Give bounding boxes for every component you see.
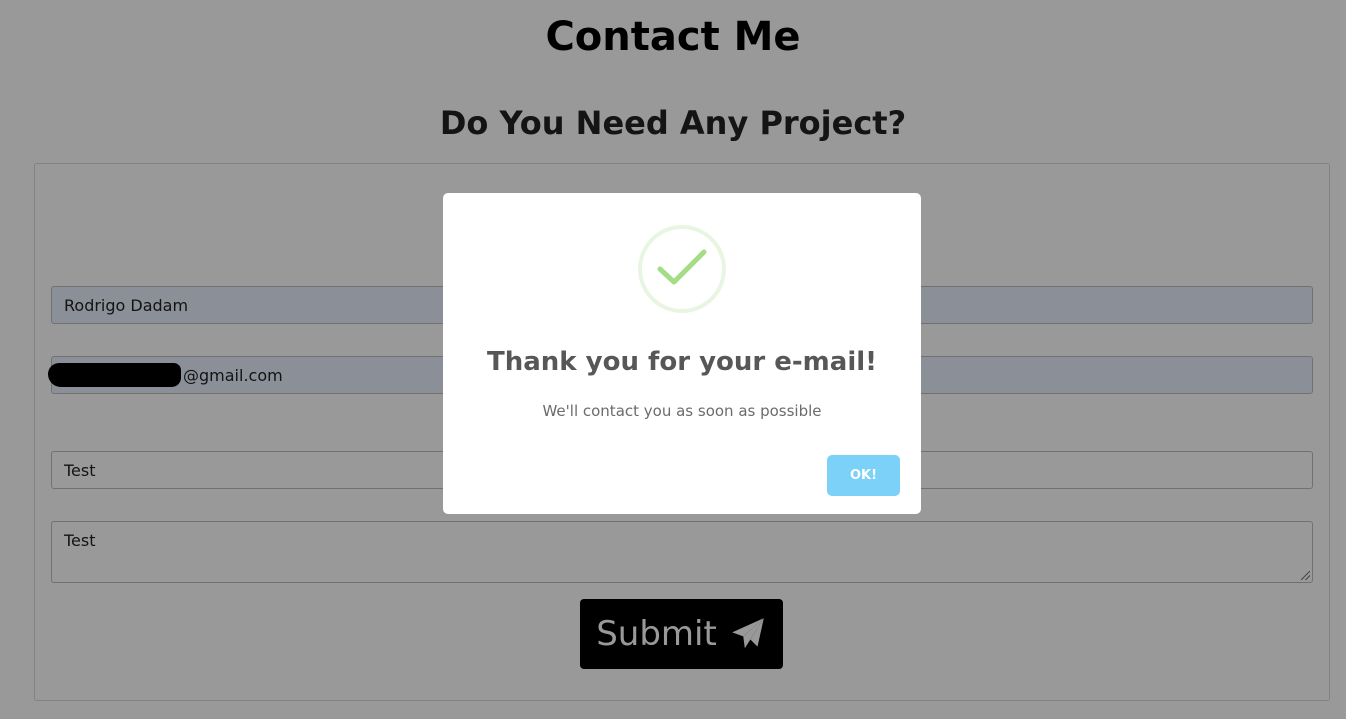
contact-page: Contact Me Do You Need Any Project? Rodr… [0, 0, 1346, 719]
ok-button[interactable]: OK! [827, 455, 900, 496]
success-modal: Thank you for your e-mail! We'll contact… [443, 193, 921, 514]
modal-text: We'll contact you as soon as possible [542, 402, 822, 420]
success-check-icon [638, 225, 726, 313]
modal-title: Thank you for your e-mail! [487, 347, 877, 377]
